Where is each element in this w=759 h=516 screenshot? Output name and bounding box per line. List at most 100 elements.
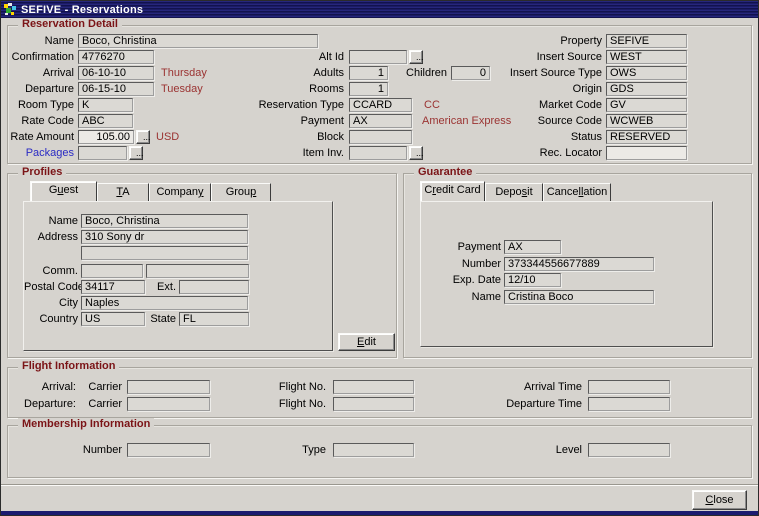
insert-source-label: Insert Source [478, 50, 602, 64]
departure-flight-no-field[interactable] [333, 397, 414, 411]
guest-postal-code-label: Postal Code [24, 280, 78, 294]
guest-address-label: Address [24, 230, 78, 244]
source-code-field[interactable]: WCWEB [606, 114, 687, 128]
children-label: Children [396, 66, 447, 80]
guest-comm-label: Comm. [24, 264, 78, 278]
rate-amount-field[interactable]: 105.00 [78, 130, 134, 144]
membership-type-field[interactable] [333, 443, 414, 457]
status-field[interactable]: RESERVED [606, 130, 687, 144]
cc-number-field[interactable]: 373344556677889 [504, 257, 654, 271]
guest-address1-field[interactable]: 310 Sony dr [81, 230, 248, 244]
alt-id-field[interactable] [349, 50, 407, 64]
market-code-field[interactable]: GV [606, 98, 687, 112]
guest-state-field[interactable]: FL [179, 312, 249, 326]
adults-label: Adults [228, 66, 344, 80]
arrival-time-field[interactable] [588, 380, 670, 394]
arrival-flight-no-field[interactable] [333, 380, 414, 394]
guest-postal-code-field[interactable]: 34117 [81, 280, 145, 294]
guest-name-label: Name [24, 214, 78, 228]
cc-name-label: Name [421, 290, 501, 304]
guest-tab-panel: Name Boco, Christina Address 310 Sony dr… [23, 201, 333, 351]
rooms-field[interactable]: 1 [349, 82, 388, 96]
departure-field[interactable]: 06-15-10 [78, 82, 154, 96]
source-code-label: Source Code [478, 114, 602, 128]
app-window: SEFIVE - Reservations Reservation Detail… [0, 0, 759, 516]
departure-flight-no-label: Flight No. [236, 397, 326, 411]
rec-locator-field[interactable] [606, 146, 687, 160]
tab-deposit[interactable]: Deposit [485, 183, 543, 201]
packages-link[interactable]: Packages [8, 146, 74, 160]
rate-code-field[interactable]: ABC [78, 114, 133, 128]
reservation-type-label: Reservation Type [228, 98, 344, 112]
insert-source-field[interactable]: WEST [606, 50, 687, 64]
adults-field[interactable]: 1 [349, 66, 388, 80]
arrival-label: Arrival [8, 66, 74, 80]
guest-ext-field[interactable] [179, 280, 249, 294]
name-field[interactable]: Boco, Christina [78, 34, 318, 48]
guest-address2-field[interactable] [81, 246, 248, 260]
cc-payment-label: Payment [421, 240, 501, 254]
confirmation-field[interactable]: 4776270 [78, 50, 154, 64]
guest-name-field[interactable]: Boco, Christina [81, 214, 248, 228]
membership-level-field[interactable] [588, 443, 670, 457]
cc-name-field[interactable]: Cristina Boco [504, 290, 654, 304]
packages-ellipsis-button[interactable]: ... [129, 146, 143, 160]
guarantee-legend: Guarantee [414, 166, 476, 178]
insert-source-type-field[interactable]: OWS [606, 66, 687, 80]
rec-locator-label: Rec. Locator [478, 146, 602, 160]
guest-country-field[interactable]: US [81, 312, 145, 326]
block-field[interactable] [349, 130, 412, 144]
alt-id-ellipsis-button[interactable]: ... [409, 50, 423, 64]
alt-id-label: Alt Id [228, 50, 344, 64]
item-inv-field[interactable] [349, 146, 407, 160]
payment-field[interactable]: AX [349, 114, 412, 128]
tab-group[interactable]: Group [211, 183, 271, 201]
property-field[interactable]: SEFIVE [606, 34, 687, 48]
tab-credit-card[interactable]: Credit Card [420, 181, 485, 201]
cc-payment-field[interactable]: AX [504, 240, 561, 254]
departure-time-field[interactable] [588, 397, 670, 411]
origin-field[interactable]: GDS [606, 82, 687, 96]
arrival-flight-no-label: Flight No. [236, 380, 326, 394]
departure-label: Departure [8, 82, 74, 96]
item-inv-ellipsis-button[interactable]: ... [409, 146, 423, 160]
close-button[interactable]: Close [692, 490, 747, 510]
departure-day-note: Tuesday [161, 82, 203, 96]
origin-label: Origin [478, 82, 602, 96]
rate-code-label: Rate Code [8, 114, 74, 128]
guest-ext-label: Ext. [150, 280, 176, 294]
edit-button[interactable]: Edit [338, 333, 395, 351]
tab-ta[interactable]: TA [97, 183, 149, 201]
item-inv-label: Item Inv. [228, 146, 344, 160]
guest-state-label: State [144, 312, 176, 326]
guest-city-label: City [24, 296, 78, 310]
rate-amount-ellipsis-button[interactable]: ... [136, 130, 150, 144]
block-label: Block [228, 130, 344, 144]
rooms-label: Rooms [228, 82, 344, 96]
arrival-carrier-field[interactable] [127, 380, 210, 394]
reservation-type-field[interactable]: CCARD [349, 98, 412, 112]
tab-guest[interactable]: Guest [30, 181, 97, 201]
membership-number-field[interactable] [127, 443, 210, 457]
membership-information-legend: Membership Information [18, 418, 154, 430]
title-bar: SEFIVE - Reservations [1, 1, 758, 18]
guest-city-field[interactable]: Naples [81, 296, 248, 310]
arrival-carrier-label: Carrier [80, 380, 122, 394]
packages-field[interactable] [78, 146, 127, 160]
name-label: Name [8, 34, 74, 48]
footer-separator [1, 484, 759, 486]
app-icon [4, 3, 17, 16]
arrival-field[interactable]: 06-10-10 [78, 66, 154, 80]
guest-comm2-field[interactable] [146, 264, 249, 278]
property-label: Property [478, 34, 602, 48]
arrival-time-label: Arrival Time [464, 380, 582, 394]
departure-carrier-field[interactable] [127, 397, 210, 411]
status-label: Status [478, 130, 602, 144]
tab-company[interactable]: Company [149, 183, 211, 201]
window-title: SEFIVE - Reservations [21, 4, 143, 16]
cc-exp-date-field[interactable]: 12/10 [504, 273, 561, 287]
cc-exp-date-label: Exp. Date [421, 273, 501, 287]
tab-cancellation[interactable]: Cancellation [543, 183, 611, 201]
guest-comm1-field[interactable] [81, 264, 143, 278]
room-type-field[interactable]: K [78, 98, 133, 112]
